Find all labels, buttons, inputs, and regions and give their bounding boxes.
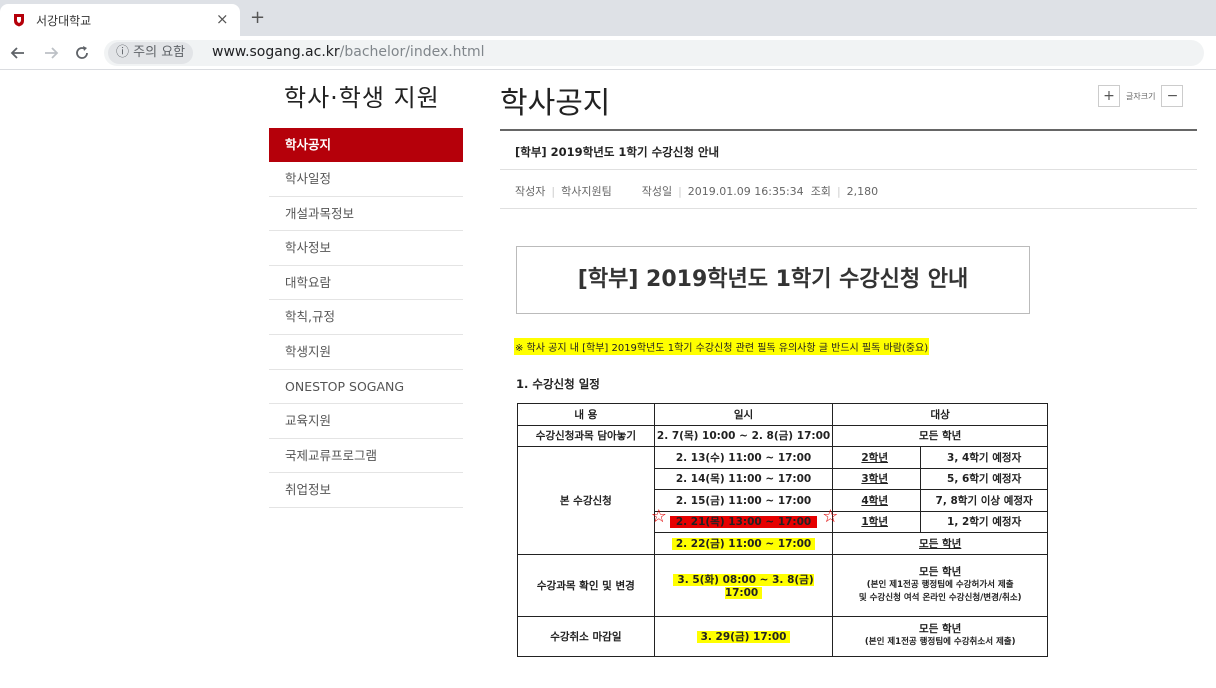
row-target: 모든 학년	[832, 424, 1048, 447]
row-detail: 7, 8학기 이상 예정자	[920, 489, 1048, 512]
row-time-cell: 3. 5(화) 08:00 ~ 3. 8(금) 17:00	[653, 553, 834, 617]
table-row: 수강취소 마감일 3. 29(금) 17:00 모든 학년 (본인 제1전공 행…	[517, 615, 1048, 657]
post-title-divider	[500, 169, 1197, 170]
row-grade: 4학년	[832, 489, 922, 512]
row-label: 수강취소 마감일	[517, 615, 655, 657]
font-size-label: 글자크기	[1126, 91, 1156, 101]
sidebar-title: 학사·학생 지원	[284, 84, 440, 112]
row-note: (본인 제1전공 행정팀에 수강취소서 제출)	[864, 637, 1016, 647]
row-grade: 3학년	[832, 467, 922, 490]
row-note: 및 수강신청 여석 온라인 수강신청/변경/취소)	[858, 592, 1022, 603]
new-tab-button[interactable]: +	[250, 7, 265, 28]
schedule-table: 내 용 일시 대상 수강신청과목 담아놓기 2. 7(목) 10:00 ~ 2.…	[517, 403, 1048, 657]
row-detail: 3, 4학기 예정자	[920, 446, 1048, 469]
row-time: 3. 29(금) 17:00	[696, 630, 791, 643]
row-time-cell: 2. 22(금) 11:00 ~ 17:00	[653, 532, 834, 555]
back-arrow-icon[interactable]	[10, 45, 26, 61]
row-label: 수강과목 확인 및 변경	[517, 553, 655, 617]
row-time-cell: ☆ 2. 21(목) 13:00 ~ 17:00 ☆	[650, 505, 838, 533]
row-time: 3. 5(화) 08:00 ~ 3. 8(금) 17:00	[673, 573, 814, 599]
table-header-row: 내 용 일시 대상	[517, 403, 1048, 426]
row-time: 2. 21(목) 13:00 ~ 17:00	[669, 516, 818, 529]
page-title: 학사공지	[500, 86, 611, 121]
url-path: /bachelor/index.html	[339, 44, 485, 60]
row-time: 2. 7(목) 10:00 ~ 2. 8(금) 17:00	[653, 424, 834, 447]
reload-icon[interactable]	[74, 45, 90, 61]
row-detail: 1, 2학기 예정자	[920, 510, 1048, 533]
red-star-icon: ☆	[822, 505, 839, 527]
header-target: 대상	[832, 403, 1048, 426]
sidebar-item-career[interactable]: 취업정보	[269, 473, 463, 508]
section-heading: 1. 수강신청 일정	[516, 377, 600, 391]
font-decrease-button[interactable]: −	[1161, 85, 1184, 107]
row-time: 2. 15(금) 11:00 ~ 17:00	[653, 489, 834, 512]
sogang-favicon-icon	[14, 14, 24, 27]
browser-tab[interactable]: 서강대학교 ×	[0, 4, 240, 36]
address-bar: ⓘ 주의 요함 www.sogang.ac.kr/bachelor/index.…	[0, 36, 1216, 70]
post-banner: [학부] 2019학년도 1학기 수강신청 안내	[516, 246, 1030, 314]
header-time: 일시	[653, 403, 834, 426]
header-content: 내 용	[517, 403, 655, 426]
row-note: (본인 제1전공 행정팀에 수강허가서 제출	[866, 579, 1014, 590]
table-row: 수강신청과목 담아놓기 2. 7(목) 10:00 ~ 2. 8(금) 17:0…	[517, 424, 1048, 447]
row-time-cell: 3. 29(금) 17:00	[653, 615, 834, 657]
date-value: 2019.01.09 16:35:34	[687, 185, 804, 198]
row-detail: 5, 6학기 예정자	[920, 467, 1048, 490]
sidebar-nav: 학사공지 학사일정 개설과목정보 학사정보 대학요람 학칙,규정 학생지원 ON…	[269, 128, 463, 508]
sidebar-item-academic-notice[interactable]: 학사공지	[269, 128, 463, 162]
sidebar-item-academic-calendar[interactable]: 학사일정	[269, 162, 463, 197]
row-time: 2. 13(수) 11:00 ~ 17:00	[653, 446, 834, 469]
security-chip[interactable]: ⓘ 주의 요함	[108, 42, 194, 64]
views-value: 2,180	[846, 185, 879, 198]
tab-title: 서강대학교	[36, 14, 92, 28]
row-target-cell: 모든 학년 (본인 제1전공 행정팀에 수강취소서 제출)	[832, 615, 1048, 657]
table-row: 수강과목 확인 및 변경 3. 5(화) 08:00 ~ 3. 8(금) 17:…	[517, 553, 1048, 617]
red-star-icon: ☆	[650, 505, 667, 527]
date-label: 작성일	[641, 185, 673, 198]
row-target-cell: 모든 학년 (본인 제1전공 행정팀에 수강허가서 제출 및 수강신청 여석 온…	[832, 553, 1048, 617]
info-icon: ⓘ	[116, 45, 130, 60]
row-grade: 2학년	[832, 446, 922, 469]
security-label: 주의 요함	[133, 45, 186, 60]
table-row: 본 수강신청 2. 13(수) 11:00 ~ 17:00 2학년 3, 4학기…	[517, 446, 1048, 555]
row-label: 본 수강신청	[517, 446, 655, 555]
sidebar-item-catalog[interactable]: 대학요람	[269, 266, 463, 301]
notice-link[interactable]: ※ 학사 공지 내 [학부] 2019학년도 1학기 수강신청 관련 필독 유의…	[514, 338, 930, 355]
sidebar-item-international[interactable]: 국제교류프로그램	[269, 439, 463, 474]
row-target: 모든 학년	[832, 532, 1048, 555]
sidebar-item-course-info[interactable]: 개설과목정보	[269, 197, 463, 232]
author-label: 작성자	[515, 185, 546, 198]
url-host: www.sogang.ac.kr	[212, 44, 340, 60]
row-grade: 1학년	[832, 510, 922, 533]
font-size-control: + 글자크기 −	[1098, 84, 1184, 108]
row-time: 2. 22(금) 11:00 ~ 17:00	[671, 537, 816, 550]
url-text[interactable]: www.sogang.ac.kr/bachelor/index.html	[212, 44, 485, 60]
forward-arrow-icon[interactable]	[43, 45, 59, 61]
font-increase-button[interactable]: +	[1098, 85, 1120, 107]
views-label: 조회	[810, 185, 831, 198]
omnibox[interactable]: ⓘ 주의 요함 www.sogang.ac.kr/bachelor/index.…	[104, 40, 1204, 66]
sidebar-item-education-support[interactable]: 교육지원	[269, 404, 463, 439]
page: 학사·학생 지원 학사공지 학사일정 개설과목정보 학사정보 대학요람 학칙,규…	[0, 70, 1216, 688]
post-meta-divider	[500, 208, 1197, 209]
sidebar-item-academic-info[interactable]: 학사정보	[269, 231, 463, 266]
post-meta: 작성자 | 학사지원팀 작성일 | 2019.01.09 16:35:34 조회 | 2,18…	[515, 185, 879, 198]
title-divider	[500, 129, 1197, 131]
sidebar-item-onestop[interactable]: ONESTOP SOGANG	[269, 370, 463, 405]
tab-close-icon[interactable]: ×	[216, 10, 229, 28]
sidebar-item-student-support[interactable]: 학생지원	[269, 335, 463, 370]
row-target: 모든 학년	[919, 623, 962, 635]
browser-tabbar: 서강대학교 × +	[0, 0, 1216, 36]
row-target: 모든 학년	[919, 565, 962, 578]
sidebar-item-regulations[interactable]: 학칙,규정	[269, 300, 463, 335]
author-value: 학사지원팀	[561, 185, 612, 198]
row-time: 2. 14(목) 11:00 ~ 17:00	[653, 467, 834, 490]
post-title: [학부] 2019학년도 1학기 수강신청 안내	[515, 145, 720, 159]
row-label: 수강신청과목 담아놓기	[517, 424, 655, 447]
